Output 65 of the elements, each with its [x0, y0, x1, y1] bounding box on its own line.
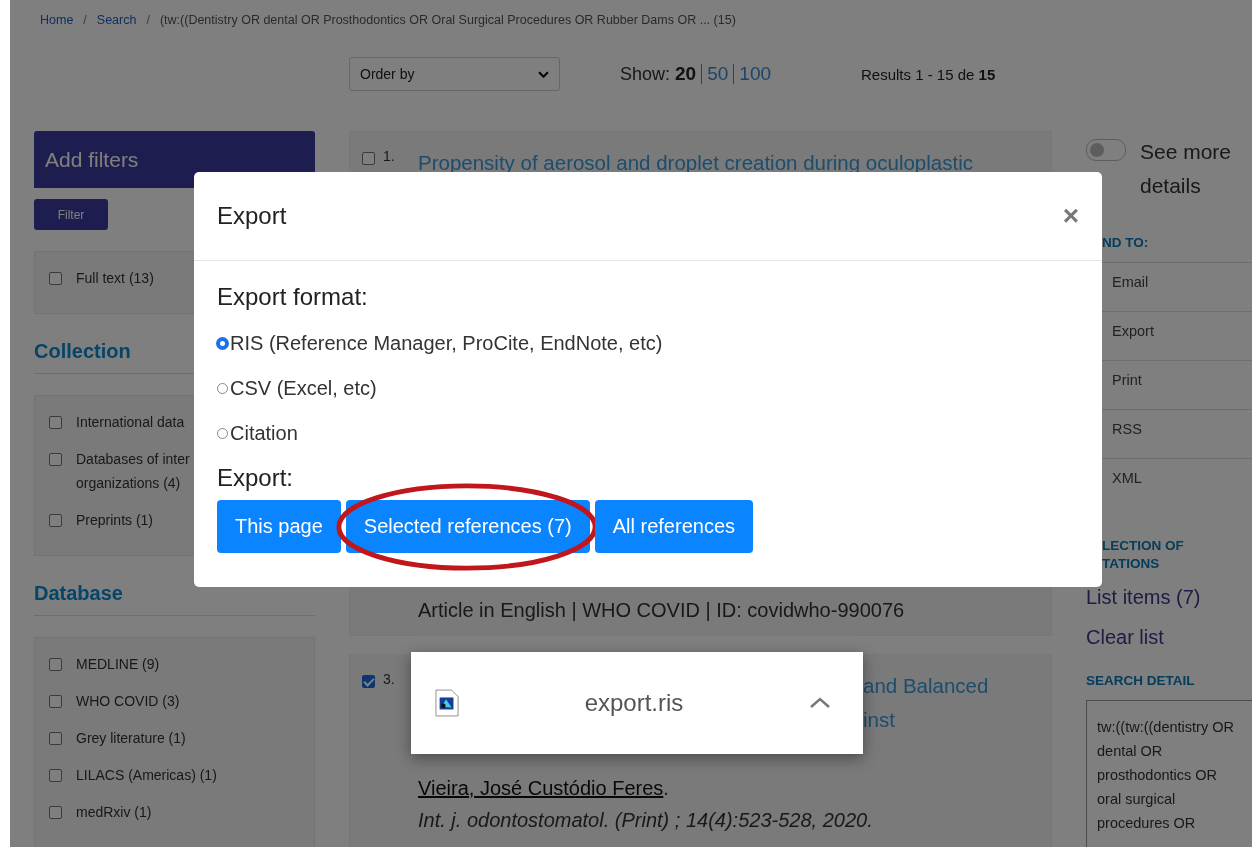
checkbox[interactable] [49, 416, 62, 429]
breadcrumb-link[interactable]: Search [96, 13, 137, 35]
result-number: 3. [383, 670, 395, 689]
checkbox[interactable] [49, 769, 62, 782]
results-count: Results 1 - 15 de 15 [861, 65, 996, 83]
export-button[interactable]: All references [594, 500, 753, 553]
filter-label: LILACS (Americas) (1) [76, 766, 217, 785]
filter-label: MEDLINE (9) [76, 655, 160, 674]
punctuation: . [663, 777, 669, 799]
checkbox[interactable] [49, 658, 62, 671]
export-label: Export: [217, 464, 295, 492]
checkbox[interactable] [362, 675, 375, 688]
filter-section-title: Collection [34, 340, 131, 363]
chevron-down-icon [538, 70, 549, 78]
collection-link[interactable]: Clear list [1086, 617, 1252, 657]
page-size-link[interactable]: 100 [739, 63, 771, 85]
checkbox[interactable] [49, 695, 62, 708]
close-button[interactable]: × [1062, 200, 1079, 232]
filter-label: International data [76, 413, 185, 432]
breadcrumb-link[interactable]: Home [40, 13, 74, 35]
filter-label: Preprints (1) [76, 511, 154, 530]
download-filename: export.ris [583, 689, 685, 717]
filter-label: WHO COVID (3) [76, 692, 180, 711]
checkbox[interactable] [362, 152, 375, 165]
checkbox[interactable] [49, 514, 62, 527]
radio-button[interactable] [217, 338, 228, 349]
search-query-text: tw:((tw:((dentistry OR dental OR prosthodontics OR oral surgical procedures OR [1097, 718, 1235, 833]
result-title[interactable]: Propensity of aerosol and droplet creation during oculoplastic [418, 151, 973, 174]
radio-label: CSV (Excel, etc) [230, 377, 377, 400]
filter-button[interactable]: Filter [34, 199, 108, 230]
filter-label: Databases of inter organizations (4) [76, 450, 190, 493]
journal-citation: Int. j. odontostomatol. (Print) ; 14(4):523-528, 2020. [418, 808, 874, 833]
result-title[interactable]: inst [863, 708, 895, 731]
section-heading: ND TO: [1101, 235, 1150, 250]
section-heading: LECTION OF [1102, 537, 1185, 555]
page-size-link[interactable]: 50 [707, 63, 729, 85]
toggle-label: See more details [1140, 139, 1233, 199]
file-icon [435, 689, 459, 717]
filter-section-title: Database [34, 582, 123, 605]
breadcrumb-separator: / [83, 13, 87, 29]
page-size-link[interactable]: 20 [675, 63, 697, 85]
radio-label: Citation [230, 422, 298, 445]
checkbox[interactable] [49, 806, 62, 819]
radio-label: RIS (Reference Manager, ProCite, EndNote, etc) [230, 332, 663, 355]
result-meta: Article in English | WHO COVID | ID: covidwho-990076 [418, 599, 905, 622]
show-label: Show: [620, 63, 671, 85]
filter-label: Full text (13) [76, 269, 154, 288]
breadcrumb-separator: / [146, 13, 150, 29]
dialog-title: Export [217, 202, 287, 230]
section-heading: TATIONS [1102, 555, 1161, 573]
export-button[interactable]: Selected references (7) [345, 500, 590, 553]
filter-label: Grey literature (1) [76, 729, 186, 748]
checkbox[interactable] [49, 453, 62, 466]
breadcrumb-current: (tw:((Dentistry OR dental OR Prosthodontics OR Oral Surgical Procedures OR Rubber Dams OR ... (15) [159, 13, 736, 29]
filter-label: medRxiv (1) [76, 803, 152, 822]
format-label: Export format: [217, 283, 369, 311]
section-heading: SEARCH DETAIL [1086, 673, 1196, 688]
author-link[interactable]: Vieira, José Custódio Feres [418, 777, 664, 799]
export-button[interactable]: This page [217, 500, 341, 553]
checkbox[interactable] [49, 732, 62, 745]
toggle-switch[interactable] [1086, 139, 1126, 161]
result-title[interactable]: and Balanced [863, 674, 989, 697]
caret-up-icon[interactable] [809, 697, 831, 709]
checkbox[interactable] [49, 272, 62, 285]
order-by-select[interactable]: Order by [349, 57, 560, 91]
